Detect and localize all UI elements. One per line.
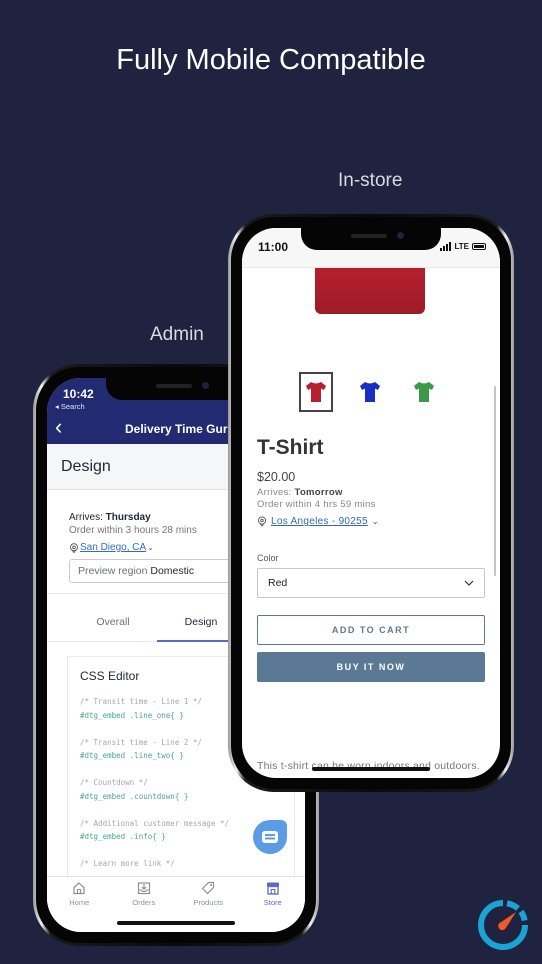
instore-screen: 11:00 LTE T-Shirt $20.00 Arrives: Tomorr… [242, 228, 500, 778]
location-link[interactable]: Los Angeles - 90255 [271, 516, 368, 527]
color-select[interactable]: Red [257, 568, 485, 598]
app-title: Delivery Time Guru [125, 422, 235, 436]
location-selector[interactable]: Los Angeles - 90255 ⌄ [257, 516, 485, 527]
headline: Fully Mobile Compatible [116, 44, 426, 76]
arrives-text: Arrives: Tomorrow [257, 487, 343, 498]
status-indicators: LTE [440, 242, 486, 251]
code-comment: /* Additional customer message */ [80, 818, 230, 828]
variant-thumb-green[interactable] [407, 372, 441, 412]
tabbar-label: Products [193, 898, 224, 907]
home-icon [73, 882, 85, 895]
back-chevron-icon[interactable]: ‹ [55, 416, 62, 438]
scrollbar[interactable] [494, 386, 496, 576]
chat-message-icon [262, 831, 278, 843]
css-editor-title: CSS Editor [80, 669, 140, 683]
product-title: T-Shirt [257, 436, 324, 459]
instore-phone: 11:00 LTE T-Shirt $20.00 Arrives: Tomorr… [228, 214, 514, 792]
code-selector: #dtg_embed .info{ } [80, 832, 166, 841]
tabbar-label: Orders [132, 898, 156, 907]
location-pin-icon [70, 542, 78, 553]
code-comment: /* Learn more link */ [80, 859, 175, 868]
tab-overall[interactable]: Overall [69, 608, 157, 641]
code-selector: #dtg_embed .countdown{ } [80, 791, 189, 801]
tabbar-label: Store [263, 898, 282, 907]
tabbar-label: Home [69, 898, 90, 907]
status-time: 10:42 [63, 387, 94, 401]
chevron-down-icon [464, 580, 474, 586]
caption-admin: Admin [150, 324, 204, 345]
product-description: This t-shirt can be worn indoors and out… [257, 760, 480, 772]
tshirt-red-icon [306, 382, 326, 402]
home-indicator [117, 921, 235, 925]
order-countdown: Order within 4 hrs 59 mins [257, 499, 376, 510]
tshirt-image [315, 268, 425, 314]
color-select-value: Red [268, 577, 288, 589]
product-details: T-Shirt $20.00 Arrives: Tomorrow Order w… [242, 436, 500, 774]
variant-thumb-blue[interactable] [353, 372, 387, 412]
speedometer-logo-icon [478, 900, 528, 950]
status-time: 11:00 [258, 240, 289, 254]
location-link[interactable]: San Diego, CA [80, 542, 146, 553]
tshirt-blue-icon [360, 382, 380, 402]
battery-icon [472, 243, 486, 250]
add-to-cart-button[interactable]: ADD TO CART [257, 615, 485, 645]
location-pin-icon [257, 516, 267, 527]
chevron-down-icon: ⌄ [147, 543, 154, 552]
tag-icon [201, 881, 215, 895]
chevron-down-icon: ⌄ [371, 517, 379, 526]
orders-icon [137, 882, 150, 895]
tshirt-green-icon [414, 382, 434, 402]
back-to-search-link[interactable]: ◂ Search [55, 402, 85, 411]
caption-instore: In-store [338, 170, 403, 191]
store-icon [266, 882, 279, 895]
variant-thumbnails [299, 372, 500, 412]
tabbar-item-store[interactable]: Store [241, 881, 306, 932]
signal-icon [440, 242, 452, 251]
chat-button[interactable] [253, 820, 287, 854]
notch [301, 228, 441, 250]
network-label: LTE [454, 242, 469, 251]
home-indicator [312, 767, 430, 771]
variant-thumb-red[interactable] [299, 372, 333, 412]
product-image [242, 268, 500, 316]
product-price: $20.00 [257, 470, 296, 484]
notch [106, 378, 246, 400]
color-label: Color [257, 553, 279, 563]
buy-it-now-button[interactable]: BUY IT NOW [257, 652, 485, 682]
tabbar-item-home[interactable]: Home [47, 881, 112, 932]
